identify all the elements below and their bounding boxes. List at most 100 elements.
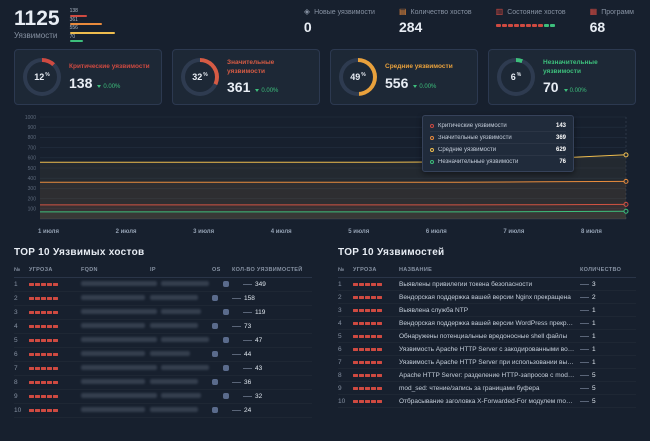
- threat-level-bars: [29, 407, 77, 414]
- card-change: 0.00%: [413, 84, 436, 90]
- trend-down-icon: [413, 85, 417, 88]
- host-row[interactable]: 932: [14, 390, 312, 404]
- vulnerability-trend-chart[interactable]: 1002003004005006007008009001000 1 июля2 …: [14, 111, 636, 235]
- hosts-count-icon: ▤: [399, 8, 407, 16]
- vuln-count: 5: [580, 372, 636, 379]
- stat-label: Количество хостов: [411, 9, 472, 16]
- donut-percent: 12%: [23, 58, 61, 96]
- vuln-count: 3: [580, 281, 636, 288]
- host-status-bar: [496, 24, 566, 27]
- host-row[interactable]: 2158: [14, 292, 312, 306]
- vulnerability-dashboard: 1125 Уязвимости 13836155670 ◈Новые уязви…: [0, 0, 650, 418]
- top-stats: ◈Новые уязвимости0▤Количество хостов284▥…: [304, 8, 636, 35]
- vulnerability-row[interactable]: 2Вендорская поддержка вашей версии Nginx…: [338, 291, 636, 304]
- donut-percent: 49%: [339, 58, 377, 96]
- trend-down-icon: [255, 89, 259, 92]
- svg-text:100: 100: [28, 207, 37, 213]
- host-row[interactable]: 1349: [14, 278, 312, 292]
- count-spark-icon: [580, 375, 589, 376]
- fqdn-redacted: [81, 379, 146, 386]
- vulnerability-name: mod_sed: чтение/запись за границами буфе…: [399, 385, 576, 392]
- svg-text:200: 200: [28, 196, 37, 202]
- threat-level-bars: [29, 351, 77, 358]
- count-spark-icon: [232, 382, 241, 383]
- vulnerability-row[interactable]: 7 Уязвимость Apache HTTP Server при испол…: [338, 356, 636, 369]
- tooltip-value: 629: [556, 147, 566, 153]
- severity-card[interactable]: 12%Критические уязвимости1380.00%: [14, 49, 162, 105]
- vulnerability-name: Выявлены привилегии токена безопасности: [399, 281, 576, 288]
- row-index: 4: [338, 320, 349, 327]
- tooltip-value: 76: [559, 159, 566, 165]
- ip-redacted: [150, 379, 208, 386]
- os-icon: [212, 295, 228, 303]
- severity-card[interactable]: 49%Средние уязвимости5560.00%: [330, 49, 478, 105]
- severity-sparkline: 13836155670: [70, 9, 115, 42]
- count-spark-icon: [232, 410, 241, 411]
- tooltip-label: Значительные уязвимости: [438, 135, 552, 141]
- ip-redacted: [161, 281, 219, 288]
- vuln-count: 2: [580, 294, 636, 301]
- threat-level-bars: [29, 365, 77, 372]
- vulnerability-name: Вендорская поддержка вашей версии WordPr…: [399, 320, 576, 327]
- donut-percent: 6%: [497, 58, 535, 96]
- x-axis-label: 7 июля: [503, 229, 524, 235]
- ip-redacted: [161, 337, 219, 344]
- row-index: 7: [338, 359, 349, 366]
- vuln-count: 5: [580, 385, 636, 392]
- vulnerability-row[interactable]: 1Выявлены привилегии токена безопасности…: [338, 278, 636, 291]
- vulnerability-row[interactable]: 10Отбрасывание заголовка X-Forwarded-For…: [338, 395, 636, 408]
- threat-level-bars: [29, 295, 77, 302]
- row-index: 1: [14, 281, 25, 288]
- vulns-table-body: 1Выявлены привилегии токена безопасности…: [338, 278, 636, 408]
- vulnerability-row[interactable]: 9mod_sed: чтение/запись за границами буф…: [338, 382, 636, 395]
- vulnerability-row[interactable]: 8Apache HTTP Server: разделение HTTP-зап…: [338, 369, 636, 382]
- card-title: Незначительные уязвимости: [543, 59, 627, 75]
- ip-redacted: [150, 407, 208, 414]
- vulnerability-row[interactable]: 6Уязвимость Apache HTTP Server с закодир…: [338, 343, 636, 356]
- col-fqdn: FQDN: [81, 267, 146, 273]
- host-row[interactable]: 547: [14, 334, 312, 348]
- host-row[interactable]: 644: [14, 348, 312, 362]
- host-row[interactable]: 3119: [14, 306, 312, 320]
- row-index: 5: [338, 333, 349, 340]
- sparkline-item: 556: [70, 26, 115, 34]
- col-count: Количество: [580, 267, 636, 273]
- vulnerability-name: Уязвимость Apache HTTP Server при исполь…: [399, 359, 576, 366]
- severity-card[interactable]: 32%Значительные уязвимости3610.00%: [172, 49, 320, 105]
- threat-level-bars: [353, 294, 395, 301]
- total-value: 1125: [14, 8, 60, 29]
- x-axis-label: 5 июля: [348, 229, 369, 235]
- threat-level-bars: [353, 359, 395, 366]
- x-axis-label: 2 июля: [116, 229, 137, 235]
- series-dot-icon: [430, 124, 434, 128]
- stat-hosts-status: ▥Состояние хостов: [496, 8, 566, 35]
- row-index: 10: [338, 398, 349, 405]
- vuln-count: 5: [580, 398, 636, 405]
- host-row[interactable]: 1024: [14, 404, 312, 418]
- vulnerability-row[interactable]: 3Выявлена служба NTP1: [338, 304, 636, 317]
- top-vulns-table: TOP 10 Уязвимостей № Угроза Название Кол…: [338, 247, 636, 418]
- vulnerability-row[interactable]: 5Обнаружены потенциальные вредоносные sh…: [338, 330, 636, 343]
- vulnerability-name: Уязвимость Apache HTTP Server с закодиро…: [399, 346, 576, 353]
- vuln-count: 36: [232, 379, 312, 386]
- severity-card[interactable]: 6%Незначительные уязвимости700.00%: [488, 49, 636, 105]
- host-row[interactable]: 836: [14, 376, 312, 390]
- card-title: Критические уязвимости: [69, 63, 150, 71]
- threat-level-bars: [353, 333, 395, 340]
- card-value: 138: [69, 75, 92, 91]
- host-row[interactable]: 473: [14, 320, 312, 334]
- vulnerability-row[interactable]: 4 Вендорская поддержка вашей версии WordP…: [338, 317, 636, 330]
- vuln-count: 47: [243, 337, 323, 344]
- vulnerability-name: Apache HTTP Server: разделение HTTP-запр…: [399, 372, 576, 379]
- host-row[interactable]: 743: [14, 362, 312, 376]
- count-spark-icon: [243, 312, 252, 313]
- count-spark-icon: [580, 323, 589, 324]
- hosts-table-body: 1349215831194735476447438369321024: [14, 278, 312, 418]
- threat-level-bars: [29, 281, 77, 288]
- row-index: 10: [14, 407, 25, 414]
- trend-down-icon: [97, 85, 101, 88]
- donut-gauge: 6%: [497, 58, 535, 96]
- threat-level-bars: [353, 385, 395, 392]
- count-spark-icon: [243, 340, 252, 341]
- stat-hosts-count: ▤Количество хостов284: [399, 8, 472, 35]
